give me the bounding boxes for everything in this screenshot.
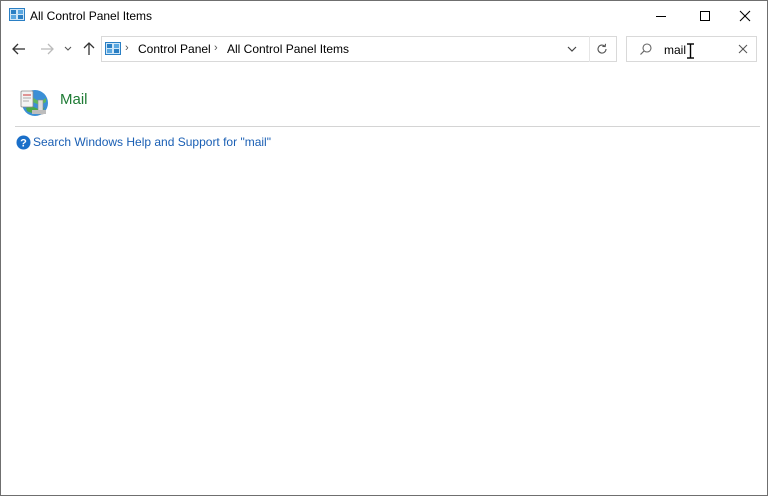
refresh-button[interactable] [589,36,613,62]
recent-locations-button[interactable] [60,39,76,59]
chevron-down-icon [64,46,72,51]
arrow-left-icon [12,43,25,55]
mail-globe-icon[interactable] [18,86,50,118]
text-cursor-icon [686,43,695,62]
maximize-icon [700,11,710,21]
window-title: All Control Panel Items [30,9,153,23]
clear-search-button[interactable] [735,41,751,57]
breadcrumb-separator[interactable]: › [214,42,218,54]
address-bar[interactable]: › Control Panel › All Control Panel Item… [101,36,617,62]
breadcrumb-control-panel[interactable]: Control Panel [138,42,211,56]
address-dropdown-button[interactable] [561,36,583,62]
control-panel-icon [9,8,25,22]
result-mail-link[interactable]: Mail [60,91,88,108]
divider [15,126,760,127]
title-bar[interactable]: All Control Panel Items [1,1,767,31]
minimize-icon [656,16,666,17]
minimize-button[interactable] [639,1,683,31]
close-icon [738,44,748,54]
forward-button[interactable] [37,39,57,59]
control-panel-window: All Control Panel Items › Control Panel … [0,0,768,496]
breadcrumb-all-control-panel-items[interactable]: All Control Panel Items [227,42,349,56]
search-icon [639,42,653,59]
close-button[interactable] [723,1,767,31]
chevron-down-icon [567,46,577,52]
control-panel-icon [105,42,121,56]
back-button[interactable] [9,39,29,59]
up-button[interactable] [79,39,99,59]
search-input[interactable]: mail [664,43,686,57]
refresh-icon [596,43,607,54]
breadcrumb-separator[interactable]: › [125,42,129,54]
close-icon [739,10,751,22]
maximize-button[interactable] [683,1,727,31]
svg-text:?: ? [20,138,27,150]
help-icon: ? [16,135,31,150]
windows-help-link[interactable]: Search Windows Help and Support for "mai… [33,135,271,149]
arrow-right-icon [41,43,54,55]
arrow-up-icon [83,42,95,55]
